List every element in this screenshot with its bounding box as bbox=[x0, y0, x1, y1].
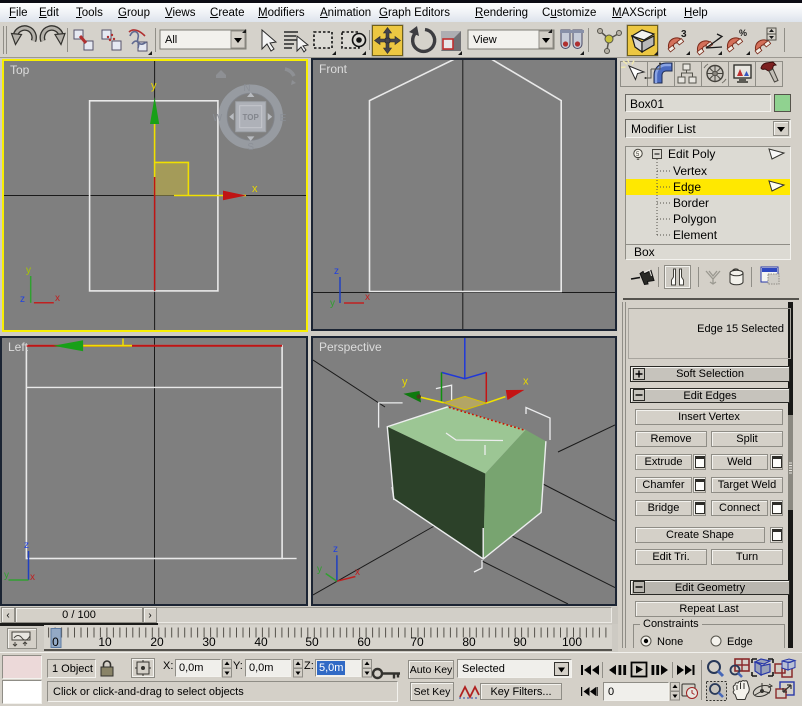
svg-text:40: 40 bbox=[254, 635, 268, 649]
svg-text:Edge: Edge bbox=[727, 636, 753, 648]
svg-text:N: N bbox=[243, 83, 250, 94]
svg-text:W: W bbox=[213, 113, 223, 124]
svg-text:x: x bbox=[252, 183, 258, 195]
svg-text:3: 3 bbox=[681, 29, 687, 40]
svg-text:TOP: TOP bbox=[243, 113, 260, 122]
svg-text:0: 0 bbox=[52, 635, 59, 649]
svg-text:20: 20 bbox=[150, 635, 164, 649]
svg-text:E: E bbox=[280, 113, 287, 124]
svg-text:y: y bbox=[402, 376, 408, 388]
svg-text:100: 100 bbox=[562, 635, 582, 649]
svg-text:10: 10 bbox=[98, 635, 112, 649]
svg-text:80: 80 bbox=[462, 635, 476, 649]
svg-text:x: x bbox=[55, 293, 60, 304]
svg-text:None: None bbox=[657, 636, 683, 648]
svg-text:S: S bbox=[247, 142, 254, 153]
svg-text:30: 30 bbox=[202, 635, 216, 649]
svg-text:z: z bbox=[24, 540, 29, 551]
svg-text:x: x bbox=[355, 567, 360, 578]
svg-text:z: z bbox=[20, 294, 25, 305]
svg-text:70: 70 bbox=[410, 635, 424, 649]
svg-text:90: 90 bbox=[513, 635, 527, 649]
svg-text:y: y bbox=[26, 265, 31, 276]
svg-text:60: 60 bbox=[357, 635, 371, 649]
svg-text:z: z bbox=[333, 544, 338, 555]
svg-text:x: x bbox=[30, 572, 35, 583]
svg-text:z: z bbox=[334, 266, 339, 277]
svg-text:%: % bbox=[739, 28, 747, 38]
svg-text:y: y bbox=[4, 570, 9, 581]
svg-text:y: y bbox=[151, 80, 157, 92]
svg-text:50: 50 bbox=[305, 635, 319, 649]
svg-text:y: y bbox=[317, 564, 322, 575]
svg-text:y: y bbox=[330, 298, 335, 309]
svg-text:x: x bbox=[523, 376, 529, 388]
svg-text:View: View bbox=[473, 34, 497, 46]
svg-text:x: x bbox=[365, 292, 370, 303]
svg-text:All: All bbox=[165, 34, 177, 46]
